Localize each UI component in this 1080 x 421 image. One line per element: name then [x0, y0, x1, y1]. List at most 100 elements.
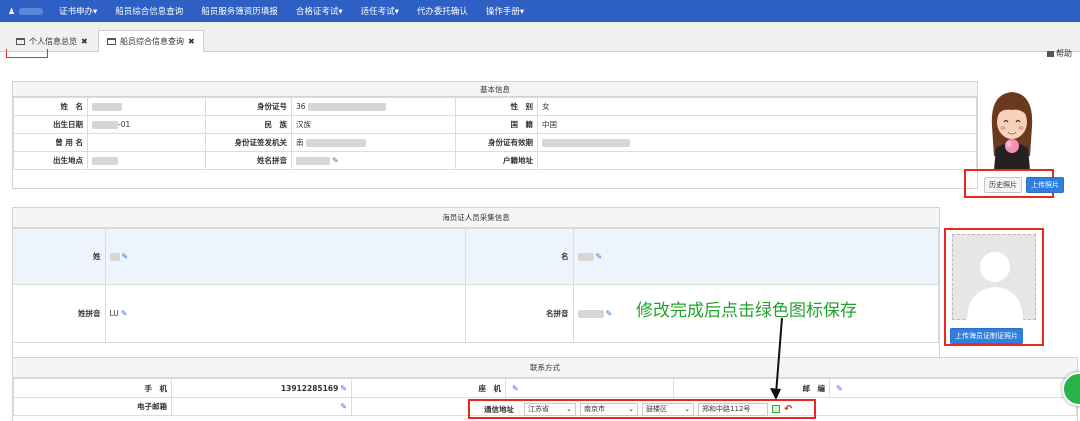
chevron-down-icon: ⌄: [566, 405, 572, 413]
avatar: [986, 86, 1038, 170]
save-icon[interactable]: [772, 405, 780, 413]
pinyin-value: ✎: [291, 151, 456, 170]
redacted-text: [307, 103, 386, 111]
edit-icon[interactable]: ✎: [606, 309, 613, 318]
name-value: [87, 97, 206, 116]
upload-photo-button[interactable]: 上传照片: [1026, 177, 1064, 193]
instruction-annotation: 修改完成后点击绿色图标保存: [636, 301, 857, 321]
photo-placeholder: [952, 234, 1036, 321]
landline-value: ✎: [505, 378, 674, 398]
panel-title: 联系方式: [13, 358, 1077, 378]
email-label: 电子邮箱: [13, 397, 172, 416]
edit-icon[interactable]: ✎: [340, 384, 347, 393]
tab-label: 个人信息总览: [29, 36, 77, 46]
panel-title: 海员证人员采集信息: [13, 208, 939, 228]
tab-bar: 个人信息总览 ✖ 船员综合信息查询 ✖: [0, 22, 1080, 52]
pinyin-label: 姓名拼音: [205, 151, 292, 170]
chevron-down-icon: ⌄: [684, 405, 690, 413]
edit-icon[interactable]: ✎: [122, 252, 129, 261]
district-select[interactable]: 鼓楼区 ⌄: [642, 402, 694, 416]
tab-seafarer-query[interactable]: 船员综合信息查询 ✖: [98, 30, 204, 52]
name-label: 姓 名: [13, 97, 88, 116]
district-value: 鼓楼区: [646, 405, 667, 413]
address-label: 通信地址: [484, 404, 514, 414]
surname-pinyin-text: LU: [109, 309, 119, 318]
ethnic-value: 汉族: [291, 115, 456, 134]
close-icon[interactable]: ✖: [188, 37, 195, 46]
edit-icon[interactable]: ✎: [836, 384, 843, 393]
postcode-value: ✎: [829, 378, 1077, 398]
nationality-label: 国 籍: [455, 115, 538, 134]
seafarer-info-table: 姓 ✎ 名 ✎ 姓拼音 LU ✎ 名拼音 ✎: [13, 228, 939, 343]
birthplace-value: [87, 151, 206, 170]
upload-seafarer-photo-button[interactable]: 上传海员证制证照片: [950, 328, 1023, 344]
nav-competency-exam[interactable]: 适任考试▾: [352, 5, 408, 17]
undo-icon[interactable]: ↶: [784, 404, 792, 415]
issuer-prefix: 南: [296, 138, 304, 147]
birthplace-label: 出生地点: [13, 151, 88, 170]
nav-service-book[interactable]: 船员服务簿资历填报: [192, 5, 287, 17]
email-value: ✎: [171, 397, 352, 416]
edit-icon[interactable]: ✎: [121, 309, 128, 318]
issuer-value: 南: [291, 133, 456, 152]
nav-manual[interactable]: 操作手册▾: [477, 5, 533, 17]
former-name-label: 曾 用 名: [13, 133, 88, 152]
help-label: 帮助: [1056, 49, 1072, 58]
nav-qualification-exam[interactable]: 合格证考试▾: [287, 5, 352, 17]
basic-info-panel: 基本信息 姓 名 身份证号 36 性 别 女 出生日期 -01 民 族 汉族 国…: [12, 81, 978, 189]
window-icon: [107, 38, 116, 45]
nav-proxy-confirm[interactable]: 代办委托确认: [408, 5, 477, 17]
former-name-value: [87, 133, 206, 152]
nationality-value: 中国: [537, 115, 977, 134]
edit-icon[interactable]: ✎: [596, 252, 603, 261]
close-icon[interactable]: ✖: [81, 37, 88, 46]
edit-icon[interactable]: ✎: [512, 384, 519, 393]
redacted-text: [577, 253, 594, 261]
window-icon: [16, 37, 25, 45]
redacted-text: [542, 139, 630, 147]
nav-certificate-apply[interactable]: 证书申办▾: [50, 5, 106, 17]
city-select[interactable]: 南京市 ⌄: [580, 402, 638, 416]
basic-info-table: 姓 名 身份证号 36 性 别 女 出生日期 -01 民 族 汉族 国 籍 中国…: [13, 97, 977, 170]
redacted-text: [92, 121, 118, 129]
edit-icon[interactable]: ✎: [340, 402, 347, 411]
province-select[interactable]: 江苏省 ⌄: [524, 402, 576, 416]
toolbar-highlight: [6, 49, 48, 58]
top-navbar: ♟ 证书申办▾ 船员综合信息查询 船员服务簿资历填报 合格证考试▾ 适任考试▾ …: [0, 0, 1080, 22]
redacted-text: [296, 157, 330, 165]
idno-label: 身份证号: [205, 97, 292, 116]
nav-seafarer-query[interactable]: 船员综合信息查询: [106, 5, 192, 17]
domicile-value: [537, 151, 977, 170]
dob-value: -01: [87, 115, 206, 134]
history-photo-button[interactable]: 历史照片: [984, 177, 1022, 193]
help-icon: [1047, 50, 1054, 57]
redacted-text: [109, 253, 120, 261]
validity-value: [537, 133, 977, 152]
seafarer-photo-highlight: 上传海员证制证照片: [944, 228, 1044, 346]
validity-label: 身份证有效期: [455, 133, 538, 152]
address-edit-highlight: 通信地址 江苏省 ⌄ 南京市 ⌄ 鼓楼区 ⌄ 郑和中路112号 ↶: [468, 399, 816, 419]
mobile-value: 13912285169 ✎: [171, 378, 352, 398]
annotation-arrow-icon: [770, 317, 783, 400]
redacted-text: [577, 310, 604, 318]
panel-title: 基本信息: [13, 82, 977, 97]
city-value: 南京市: [584, 405, 605, 413]
surname-pinyin-value: LU ✎: [104, 284, 466, 343]
redacted-text: [305, 139, 366, 147]
seafarer-info-panel: 海员证人员采集信息 姓 ✎ 名 ✎ 姓拼音 LU ✎ 名拼音 ✎: [12, 207, 940, 366]
gender-value: 女: [537, 97, 977, 116]
surname-value: ✎: [104, 228, 466, 285]
redacted-text: [92, 103, 122, 111]
mobile-label: 手 机: [13, 378, 172, 398]
given-pinyin-label: 名拼音: [464, 284, 574, 343]
help-link[interactable]: 帮助: [1047, 48, 1072, 59]
surname-label: 姓: [13, 228, 106, 285]
ethnic-label: 民 族: [205, 115, 292, 134]
street-input[interactable]: 郑和中路112号: [698, 402, 768, 416]
user-name-redacted: [19, 7, 44, 15]
tab-label: 船员综合信息查询: [120, 37, 184, 46]
edit-icon[interactable]: ✎: [332, 156, 339, 165]
user-menu[interactable]: ♟: [0, 0, 50, 22]
redacted-text: [92, 157, 118, 165]
main-content: 基本信息 姓 名 身份证号 36 性 别 女 出生日期 -01 民 族 汉族 国…: [0, 52, 1080, 421]
